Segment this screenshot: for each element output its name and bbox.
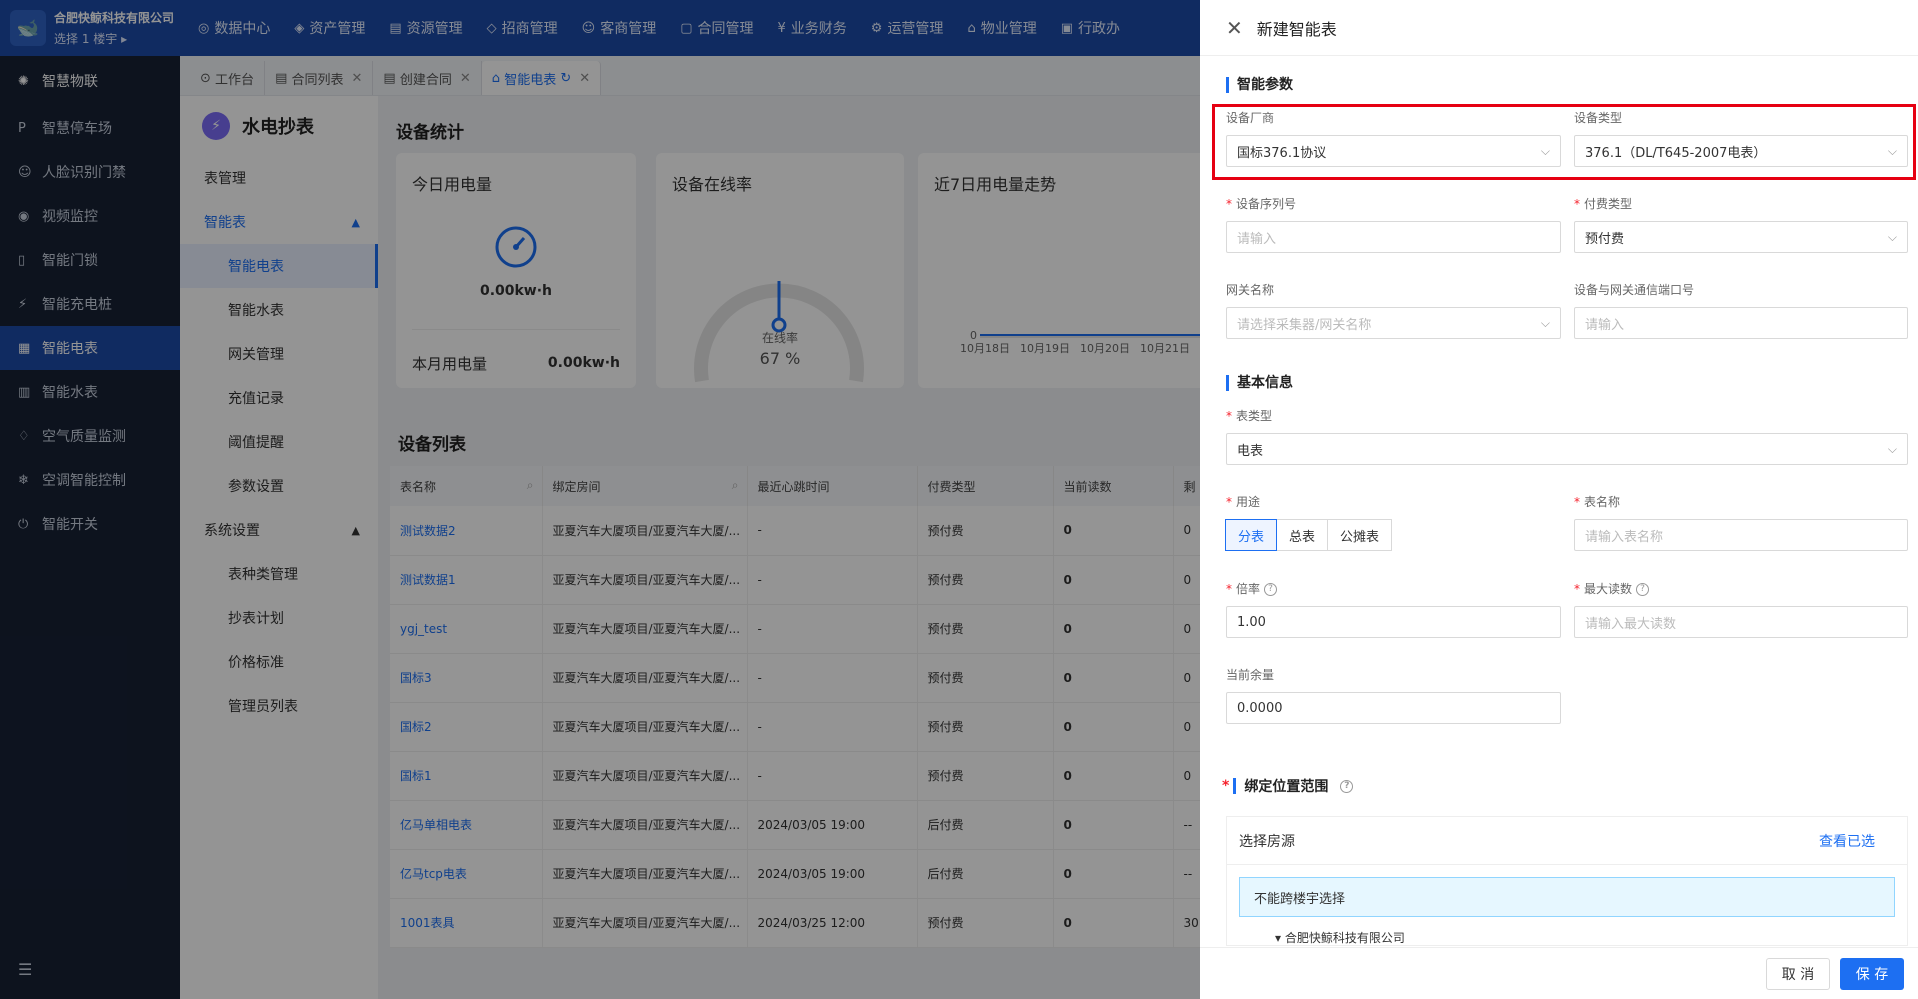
- gateway-select[interactable]: 请选择采集器/网关名称 ⌵: [1226, 307, 1561, 339]
- tree-node[interactable]: ▾ 合肥快鲸科技有限公司: [1275, 929, 1907, 945]
- usage-option-sub[interactable]: 分表: [1225, 519, 1278, 551]
- balance-input[interactable]: 0.0000: [1226, 692, 1561, 724]
- drawer-title: 新建智能表: [1256, 19, 1337, 39]
- cross-building-notice: 不能跨楼宇选择: [1239, 877, 1895, 917]
- usage-label: * 用途: [1226, 495, 1261, 509]
- usage-option-total[interactable]: 总表: [1276, 519, 1329, 551]
- ratio-label: * 倍率?: [1226, 580, 1278, 597]
- modal-overlay[interactable]: [0, 0, 1200, 999]
- gateway-label: 网关名称: [1226, 283, 1275, 297]
- port-label: 设备与网关通信端口号: [1574, 283, 1695, 297]
- room-select-panel: 选择房源 查看已选 不能跨楼宇选择 ▾ 合肥快鲸科技有限公司: [1226, 816, 1908, 946]
- max-reading-label: * 最大读数?: [1574, 580, 1650, 597]
- help-icon[interactable]: ?: [1636, 583, 1650, 596]
- meter-type-select[interactable]: 电表 ⌵: [1226, 433, 1908, 465]
- chevron-down-icon: ⌵: [1887, 441, 1897, 456]
- ratio-input[interactable]: 1.00: [1226, 606, 1561, 638]
- port-input[interactable]: 请输入: [1574, 307, 1908, 339]
- bind-range-title: * 绑定位置范围 ?: [1222, 776, 1354, 796]
- help-icon[interactable]: ?: [1264, 583, 1278, 596]
- save-button[interactable]: 保 存: [1840, 958, 1904, 990]
- group-basic-info: 基本信息: [1226, 375, 1293, 391]
- meter-name-input[interactable]: 请输入表名称: [1574, 519, 1908, 551]
- view-selected-link[interactable]: 查看已选: [1819, 831, 1875, 851]
- meter-name-label: * 表名称: [1574, 495, 1621, 509]
- room-select-header: 选择房源 查看已选: [1227, 817, 1907, 865]
- highlight-box: [1212, 104, 1916, 180]
- balance-label: 当前余量: [1226, 668, 1275, 682]
- group-smart-params: 智能参数: [1226, 77, 1293, 93]
- meter-type-label: * 表类型: [1226, 409, 1273, 423]
- chevron-down-icon: ⌵: [1540, 315, 1550, 330]
- close-icon[interactable]: ✕: [1226, 16, 1243, 40]
- help-icon[interactable]: ?: [1340, 779, 1354, 793]
- chevron-down-icon: ⌵: [1887, 229, 1897, 244]
- pay-type-select[interactable]: 预付费 ⌵: [1574, 221, 1908, 253]
- drawer-footer: 取 消 保 存: [1200, 947, 1918, 999]
- usage-option-shared[interactable]: 公摊表: [1327, 519, 1393, 551]
- cancel-button[interactable]: 取 消: [1766, 958, 1830, 990]
- room-select-title: 选择房源: [1239, 833, 1295, 850]
- pay-type-label: * 付费类型: [1574, 197, 1633, 211]
- usage-segmented: 分表 总表 公摊表: [1225, 519, 1393, 551]
- serial-label: * 设备序列号: [1226, 197, 1297, 211]
- serial-input[interactable]: 请输入: [1226, 221, 1561, 253]
- max-reading-input[interactable]: 请输入最大读数: [1574, 606, 1908, 638]
- drawer-header: ✕ 新建智能表: [1200, 0, 1918, 56]
